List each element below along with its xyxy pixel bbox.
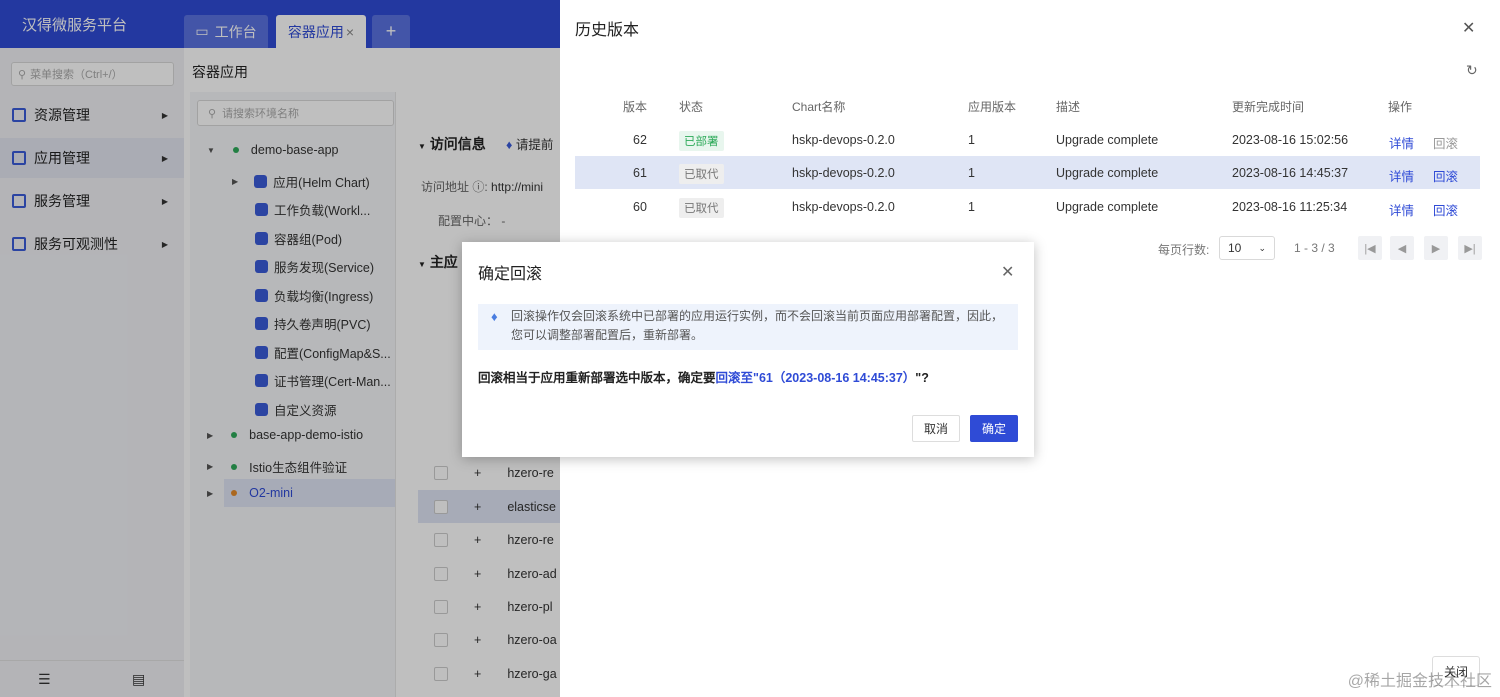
- status-badge: 已部署: [679, 131, 724, 151]
- col-desc: 描述: [1056, 100, 1081, 114]
- prev-page-icon[interactable]: ◀: [1390, 236, 1414, 260]
- col-app-version: 应用版本: [968, 100, 1017, 114]
- close-icon[interactable]: ✕: [1001, 262, 1014, 282]
- col-actions: 操作: [1388, 100, 1413, 114]
- detail-link[interactable]: 详情: [1389, 166, 1414, 185]
- detail-link[interactable]: 详情: [1389, 133, 1414, 152]
- app-version-cell: 1: [968, 133, 975, 147]
- app-version-cell: 1: [968, 166, 975, 180]
- chart-cell: hskp-devops-0.2.0: [792, 200, 895, 214]
- watermark: @稀土掘金技术社区: [1347, 673, 1492, 690]
- first-page-icon[interactable]: |◀: [1358, 236, 1382, 260]
- chart-cell: hskp-devops-0.2.0: [792, 133, 895, 147]
- rows-per-page-label: 每页行数:: [1158, 243, 1210, 257]
- cancel-button[interactable]: 取消: [912, 415, 960, 442]
- col-status: 状态: [679, 100, 704, 114]
- chevron-down-icon: ⌄: [1258, 242, 1266, 253]
- next-page-icon[interactable]: ▶: [1424, 236, 1448, 260]
- version-cell: 61: [633, 166, 647, 180]
- version-cell: 60: [633, 200, 647, 214]
- status-badge: 已取代: [679, 164, 724, 184]
- app-version-cell: 1: [968, 200, 975, 214]
- rollback-link[interactable]: 回滚: [1433, 166, 1458, 185]
- info-banner: 回滚操作仅会回滚系统中已部署的应用运行实例，而不会回滚当前页面应用部署配置，因此…: [478, 304, 1018, 350]
- time-cell: 2023-08-16 15:02:56: [1232, 133, 1349, 147]
- desc-cell: Upgrade complete: [1056, 133, 1159, 147]
- bulb-icon: ♦: [491, 309, 498, 324]
- col-time: 更新完成时间: [1232, 100, 1305, 114]
- dialog-title: 确定回滚: [478, 266, 543, 283]
- col-chart: Chart名称: [792, 100, 846, 114]
- page-range: 1 - 3 / 3: [1294, 241, 1335, 255]
- page-size-select[interactable]: 10 ⌄: [1219, 236, 1275, 260]
- drawer-title: 历史版本: [575, 22, 640, 39]
- refresh-icon[interactable]: ↻: [1466, 62, 1478, 79]
- confirm-message: 回滚相当于应用重新部署选中版本，确定要回滚至"61（2023-08-16 14:…: [478, 371, 929, 385]
- chart-cell: hskp-devops-0.2.0: [792, 166, 895, 180]
- confirm-button[interactable]: 确定: [970, 415, 1018, 442]
- desc-cell: Upgrade complete: [1056, 200, 1159, 214]
- status-badge: 已取代: [679, 198, 724, 218]
- last-page-icon[interactable]: ▶|: [1458, 236, 1482, 260]
- version-cell: 62: [633, 133, 647, 147]
- detail-link[interactable]: 详情: [1389, 200, 1414, 219]
- rollback-link-disabled: 回滚: [1433, 137, 1459, 151]
- time-cell: 2023-08-16 11:25:34: [1232, 200, 1348, 214]
- close-icon[interactable]: ✕: [1462, 18, 1475, 38]
- desc-cell: Upgrade complete: [1056, 166, 1159, 180]
- col-version: 版本: [623, 100, 648, 114]
- rollback-link[interactable]: 回滚: [1433, 200, 1458, 219]
- time-cell: 2023-08-16 14:45:37: [1232, 166, 1349, 180]
